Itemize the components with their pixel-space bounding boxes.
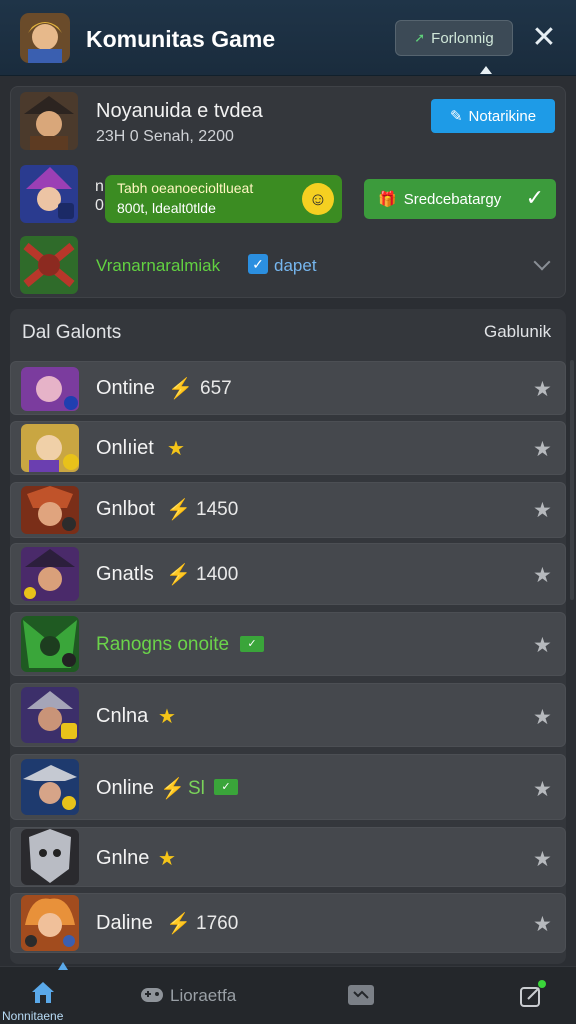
- lightning-icon: ⚡: [160, 778, 185, 800]
- notification-title: Noyanuida e tvdea: [96, 100, 263, 122]
- list-item-label: Ontine: [96, 377, 155, 399]
- list-item-avatar: [21, 895, 79, 951]
- app-title: Komunitas Game: [86, 26, 276, 52]
- list-header-title: Dal Galonts: [22, 322, 122, 343]
- chat-icon[interactable]: [347, 984, 375, 1006]
- list-item[interactable]: [10, 893, 566, 953]
- list-item[interactable]: [10, 827, 566, 887]
- header-button-label: Forlonnig: [431, 29, 494, 47]
- list-item-avatar: [21, 759, 79, 815]
- star-badge-icon: ★: [158, 706, 176, 728]
- bottom-navigation: [0, 966, 576, 1024]
- favorite-star-icon[interactable]: ★: [533, 498, 552, 523]
- notification-avatar: [20, 92, 78, 150]
- list-item-avatar: [21, 616, 79, 672]
- gaming-label: Vranarnaralmiak: [96, 256, 221, 275]
- check-icon: ✓: [525, 185, 544, 210]
- verified-checkbox-icon[interactable]: ✓: [248, 254, 268, 274]
- nav-library-label[interactable]: Lioraetfa: [170, 986, 236, 1006]
- lightning-icon: ⚡: [166, 499, 191, 521]
- list-item-label: Onlıiet: [96, 437, 154, 459]
- active-tab-caret-icon: [58, 962, 68, 970]
- leaf-icon: ➚: [414, 30, 426, 45]
- list-header-filter[interactable]: Gablunik: [484, 322, 551, 342]
- list-item-avatar: [21, 486, 79, 534]
- emoji-icon: ☺: [302, 183, 334, 215]
- favorite-star-icon[interactable]: ★: [533, 847, 552, 872]
- green-button-label: Sredcebatargy: [403, 190, 502, 208]
- list-item-label: Cnlna: [96, 705, 149, 727]
- list-item-number: 657: [200, 378, 232, 399]
- online-check-icon: ✓: [214, 779, 238, 795]
- scrollbar[interactable]: [570, 360, 574, 600]
- promo-fragment-bottom: 0: [95, 197, 104, 214]
- list-item-number: 1450: [196, 499, 239, 520]
- list-item-number: Sl: [188, 778, 205, 799]
- list-item[interactable]: [10, 361, 566, 415]
- home-icon[interactable]: [30, 980, 56, 1004]
- notification-timestamp: 23H 0 Senah, 2200: [96, 128, 234, 145]
- favorite-star-icon[interactable]: ★: [533, 705, 552, 730]
- list-item-label: Gnlbot: [96, 498, 155, 520]
- lightning-icon: ⚡: [168, 378, 193, 400]
- list-item-avatar: [21, 367, 79, 411]
- app-logo-icon: [20, 13, 70, 63]
- lightning-icon: ⚡: [166, 913, 191, 935]
- promo-action-button[interactable]: 🎁 Sredcebatargy ✓: [364, 179, 556, 219]
- list-item-avatar: [21, 829, 79, 885]
- list-item[interactable]: [10, 421, 566, 475]
- promo-avatar: [20, 165, 78, 223]
- notification-dot: [538, 980, 546, 988]
- header-dropdown-button[interactable]: ➚ Forlonnig: [395, 20, 513, 56]
- favorite-star-icon[interactable]: ★: [533, 912, 552, 937]
- list-item-label: Gnatls: [96, 563, 154, 585]
- favorite-star-icon[interactable]: ★: [533, 563, 552, 588]
- gaming-tag: dapet: [274, 256, 317, 275]
- list-item-number: 1400: [196, 564, 239, 585]
- notification-action-button[interactable]: ✎ Notarikine: [431, 99, 555, 133]
- gaming-avatar: [20, 236, 78, 294]
- favorite-star-icon[interactable]: ★: [533, 377, 552, 402]
- gift-icon: 🎁: [378, 191, 397, 208]
- promo-fragment-top: n: [95, 178, 104, 195]
- list-item[interactable]: [10, 482, 566, 538]
- list-item[interactable]: [10, 754, 566, 820]
- list-item-label: Gnlne: [96, 847, 150, 869]
- star-badge-icon: ★: [158, 848, 176, 870]
- list-item[interactable]: [10, 543, 566, 605]
- achievement-tooltip: Tabh oeanoecioltlueat 800t, ldealt0tlde …: [105, 175, 342, 223]
- close-icon[interactable]: ✕: [530, 23, 558, 53]
- list-item[interactable]: [10, 683, 566, 747]
- blue-button-label: Notarikine: [468, 107, 537, 125]
- dropdown-caret-icon: [480, 66, 492, 74]
- list-item-number: 1760: [196, 913, 239, 934]
- favorite-star-icon[interactable]: ★: [533, 633, 552, 658]
- nav-home-label[interactable]: Nonnitaene: [2, 1009, 63, 1023]
- list-item-avatar: [21, 687, 79, 743]
- tag-icon: ✎: [449, 108, 463, 125]
- lightning-icon: ⚡: [166, 564, 191, 586]
- app-header: Komunitas Game ➚ Forlonnig ✕: [0, 0, 576, 76]
- list-item-avatar: [21, 424, 79, 472]
- list-item[interactable]: [10, 612, 566, 676]
- online-check-icon: ✓: [240, 636, 264, 652]
- favorite-star-icon[interactable]: ★: [533, 437, 552, 462]
- list-item-label: Online: [96, 777, 154, 799]
- list-item-label: Ranogns onoite: [96, 634, 230, 655]
- list-item-label: Daline: [96, 912, 153, 934]
- list-item-avatar: [21, 547, 79, 601]
- game-controller-icon[interactable]: [139, 982, 165, 1006]
- star-badge-icon: ★: [167, 438, 185, 460]
- favorite-star-icon[interactable]: ★: [533, 777, 552, 802]
